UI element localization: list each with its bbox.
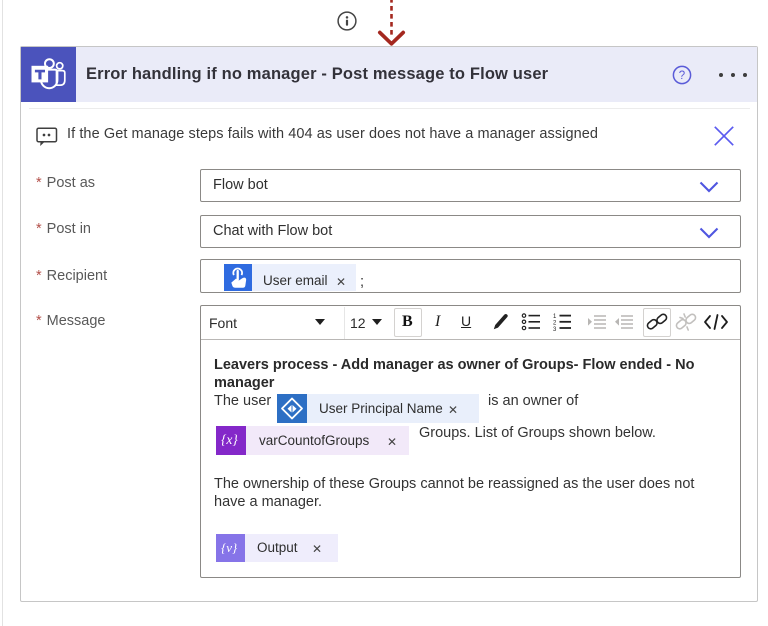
- svg-text:1: 1: [553, 314, 557, 320]
- svg-text:3: 3: [553, 327, 557, 332]
- svg-text:?: ?: [679, 70, 685, 82]
- svg-text:2: 2: [553, 320, 557, 326]
